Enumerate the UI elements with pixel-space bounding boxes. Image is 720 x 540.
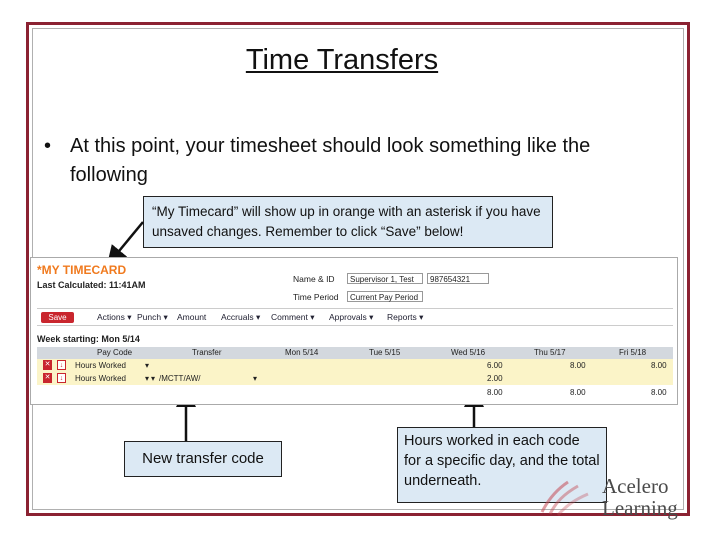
thu-cell[interactable]: 8.00	[570, 361, 586, 370]
transfer-dropdown-icon[interactable]: ▾	[151, 374, 155, 383]
pay-code-cell[interactable]: Hours Worked	[75, 361, 126, 370]
timecard-toolbar: Save Actions ▾ Punch ▾ Amount Accruals ▾…	[37, 308, 673, 326]
thu-total: 8.00	[570, 388, 586, 397]
callout-unsaved-changes: “My Timecard” will show up in orange wit…	[143, 196, 553, 248]
col-transfer: Transfer	[192, 348, 222, 357]
acelero-logo: Acelero Learning	[530, 460, 710, 520]
table-row: ✕ ↓ Hours Worked ▾ 6.00 8.00 8.00	[37, 359, 673, 372]
pay-code-cell[interactable]: Hours Worked	[75, 374, 126, 383]
col-tue: Tue 5/15	[369, 348, 401, 357]
menu-accruals[interactable]: Accruals ▾	[221, 312, 260, 323]
callout-transfer-code: New transfer code	[124, 441, 282, 477]
timecard-title: *MY TIMECARD	[37, 263, 127, 277]
wed-cell[interactable]: 6.00	[487, 361, 503, 370]
transfer-icon[interactable]: ↓	[57, 360, 66, 370]
wed-cell[interactable]: 2.00	[487, 374, 503, 383]
save-button[interactable]: Save	[41, 312, 74, 323]
col-fri: Fri 5/18	[619, 348, 647, 357]
id-field[interactable]: 987654321	[427, 273, 489, 284]
name-field[interactable]: Supervisor 1, Test	[347, 273, 423, 284]
logo-line-2: Learning	[602, 496, 678, 520]
time-period-label: Time Period	[293, 292, 339, 302]
table-header: Pay Code Transfer Mon 5/14 Tue 5/15 Wed …	[37, 347, 673, 359]
timecard-screenshot: *MY TIMECARD Last Calculated: 11:41AM Na…	[30, 257, 678, 405]
week-starting: Week starting: Mon 5/14	[37, 334, 140, 344]
transfer-cell[interactable]: /MCTT/AW/	[159, 374, 200, 383]
transfer-select-icon[interactable]: ▾	[253, 374, 257, 383]
last-calculated: Last Calculated: 11:41AM	[37, 280, 146, 290]
bullet-text: At this point, your timesheet should loo…	[70, 135, 591, 186]
fri-total: 8.00	[651, 388, 667, 397]
pay-code-dropdown-icon[interactable]: ▾	[145, 361, 149, 370]
col-wed: Wed 5/16	[451, 348, 486, 357]
delete-icon[interactable]: ✕	[43, 373, 52, 383]
col-thu: Thu 5/17	[534, 348, 566, 357]
totals-row: 8.00 8.00 8.00	[37, 386, 673, 399]
bullet-marker: •	[44, 135, 52, 157]
table-row: ✕ ↓ Hours Worked ▾ ▾ /MCTT/AW/ ▾ 2.00	[37, 372, 673, 385]
acelero-logo-mark	[540, 480, 589, 516]
delete-icon[interactable]: ✕	[43, 360, 52, 370]
slide-title: Time Transfers	[245, 44, 439, 76]
wed-total: 8.00	[487, 388, 503, 397]
menu-punch[interactable]: Punch ▾	[137, 312, 168, 323]
name-id-label: Name & ID	[293, 274, 335, 284]
pay-code-dropdown-icon[interactable]: ▾	[145, 374, 149, 383]
menu-reports[interactable]: Reports ▾	[387, 312, 423, 323]
fri-cell[interactable]: 8.00	[651, 361, 667, 370]
menu-approvals[interactable]: Approvals ▾	[329, 312, 373, 323]
time-period-select[interactable]: Current Pay Period	[347, 291, 423, 302]
menu-comment[interactable]: Comment ▾	[271, 312, 314, 323]
menu-amount[interactable]: Amount	[177, 312, 206, 322]
col-pay-code: Pay Code	[97, 348, 133, 357]
col-mon: Mon 5/14	[285, 348, 319, 357]
menu-actions[interactable]: Actions ▾	[97, 312, 132, 323]
transfer-icon[interactable]: ↓	[57, 373, 66, 383]
